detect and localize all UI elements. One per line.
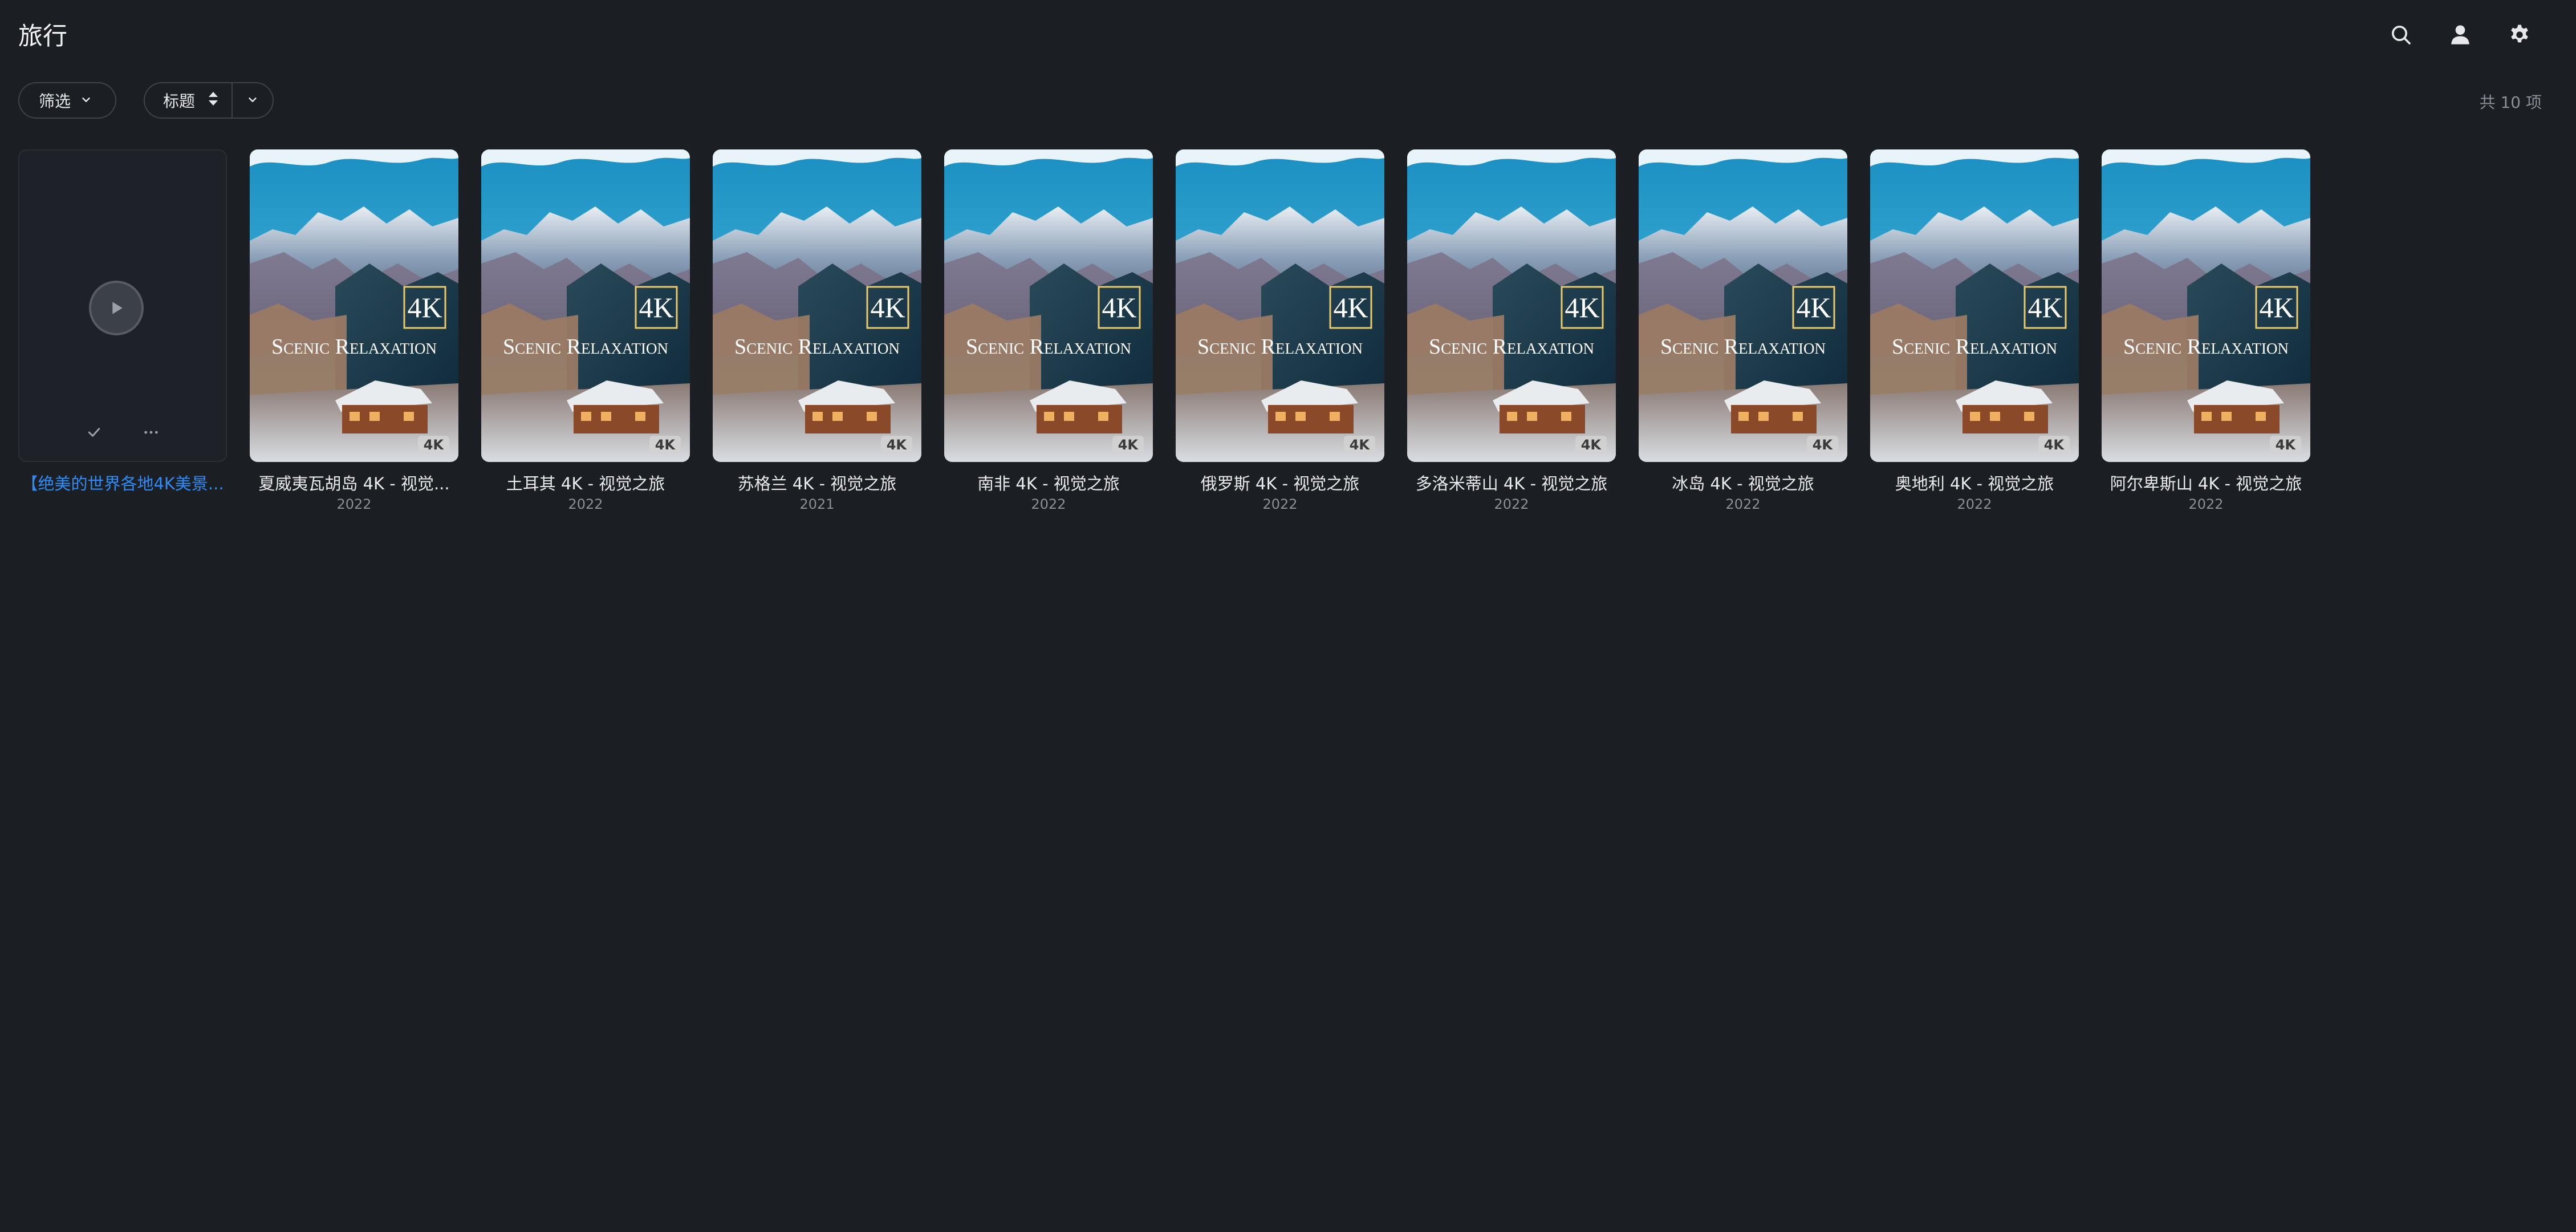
media-title[interactable]: 阿尔卑斯山 4K - 视觉之旅 xyxy=(2102,472,2310,495)
poster-art: 4K Scenic Relaxation xyxy=(1639,149,1847,462)
poster-image[interactable]: 4K Scenic Relaxation 4K xyxy=(713,149,921,462)
poster-art: 4K Scenic Relaxation xyxy=(1176,149,1384,462)
media-title[interactable]: 俄罗斯 4K - 视觉之旅 xyxy=(1176,472,1384,495)
poster-art: 4K Scenic Relaxation xyxy=(713,149,921,462)
poster-image[interactable]: 4K Scenic Relaxation 4K xyxy=(944,149,1153,462)
collection-placeholder[interactable] xyxy=(18,149,227,462)
poster-image[interactable]: 4K Scenic Relaxation 4K xyxy=(481,149,690,462)
badge-4k: 4K xyxy=(2038,436,2070,454)
badge-4k: 4K xyxy=(1343,436,1375,454)
poster-art: 4K Scenic Relaxation xyxy=(481,149,690,462)
media-year: 2022 xyxy=(336,496,372,512)
badge-4k: 4K xyxy=(1806,436,1838,454)
media-year: 2021 xyxy=(799,496,835,512)
poster-logo-text: Scenic Relaxation xyxy=(503,335,668,359)
poster-image[interactable]: 4K Scenic Relaxation 4K xyxy=(250,149,458,462)
sort-order-button[interactable] xyxy=(233,83,273,117)
media-card[interactable]: 4K Scenic Relaxation 4K 俄罗斯 4K - 视觉之旅 202… xyxy=(1176,149,1384,513)
poster-4k-logo: 4K xyxy=(1333,291,1368,323)
page-title: 旅行 xyxy=(18,22,67,51)
media-year: 2022 xyxy=(1494,496,1529,512)
media-year: 2022 xyxy=(568,496,603,512)
poster-art: 4K Scenic Relaxation xyxy=(1407,149,1616,462)
sort-field-button[interactable]: 标题 xyxy=(145,83,233,117)
filter-label: 筛选 xyxy=(39,92,71,111)
poster-logo-text: Scenic Relaxation xyxy=(734,335,900,359)
play-icon[interactable] xyxy=(89,281,144,335)
sort-arrows-icon xyxy=(208,91,219,111)
media-card[interactable]: 4K Scenic Relaxation 4K 多洛米蒂山 4K - 视觉之旅 2… xyxy=(1407,149,1616,513)
badge-4k: 4K xyxy=(2269,436,2301,454)
media-year: 2022 xyxy=(2188,496,2224,512)
poster-image[interactable]: 4K Scenic Relaxation 4K xyxy=(1407,149,1616,462)
poster-4k-logo: 4K xyxy=(870,291,905,323)
poster-art: 4K Scenic Relaxation xyxy=(1870,149,2079,462)
poster-art: 4K Scenic Relaxation xyxy=(944,149,1153,462)
settings-icon[interactable] xyxy=(2506,22,2533,48)
poster-4k-logo: 4K xyxy=(2028,291,2062,323)
media-year: 2022 xyxy=(1957,496,1992,512)
media-title[interactable]: 冰岛 4K - 视觉之旅 xyxy=(1639,472,1847,495)
poster-art: 4K Scenic Relaxation xyxy=(2102,149,2310,462)
badge-4k: 4K xyxy=(880,436,912,454)
poster-logo-text: Scenic Relaxation xyxy=(1429,335,1594,359)
poster-logo-text: Scenic Relaxation xyxy=(1660,335,1826,359)
poster-logo-text: Scenic Relaxation xyxy=(271,335,437,359)
search-icon[interactable] xyxy=(2388,22,2414,48)
poster-logo-text: Scenic Relaxation xyxy=(966,335,1131,359)
media-card[interactable]: 4K Scenic Relaxation 4K 南非 4K - 视觉之旅 2022 xyxy=(944,149,1153,513)
poster-4k-logo: 4K xyxy=(1102,291,1136,323)
media-title[interactable]: 奥地利 4K - 视觉之旅 xyxy=(1870,472,2079,495)
poster-logo-text: Scenic Relaxation xyxy=(1197,335,1363,359)
media-title[interactable]: 夏威夷瓦胡岛 4K - 视觉... xyxy=(250,472,458,495)
media-card[interactable]: 4K Scenic Relaxation 4K 冰岛 4K - 视觉之旅 2022 xyxy=(1639,149,1847,513)
library-page: 旅行 筛选 标题 共 10 项 【绝美的世界各地4K美景... 4K Sceni… xyxy=(0,0,2576,1232)
media-title[interactable]: 南非 4K - 视觉之旅 xyxy=(944,472,1153,495)
media-card[interactable]: 4K Scenic Relaxation 4K 苏格兰 4K - 视觉之旅 202… xyxy=(713,149,921,513)
item-count: 共 10 项 xyxy=(2479,93,2542,112)
chevron-down-icon xyxy=(80,91,92,110)
media-card[interactable]: 4K Scenic Relaxation 4K 阿尔卑斯山 4K - 视觉之旅 2… xyxy=(2102,149,2310,513)
badge-4k: 4K xyxy=(417,436,449,454)
badge-4k: 4K xyxy=(649,436,681,454)
media-year: 2022 xyxy=(1262,496,1298,512)
poster-4k-logo: 4K xyxy=(1796,291,1831,323)
poster-image[interactable]: 4K Scenic Relaxation 4K xyxy=(2102,149,2310,462)
user-icon[interactable] xyxy=(2447,22,2473,48)
chevron-down-icon xyxy=(246,91,259,110)
filter-button[interactable]: 筛选 xyxy=(18,82,116,119)
collection-actions xyxy=(19,421,226,444)
media-year: 2022 xyxy=(1031,496,1066,512)
badge-4k: 4K xyxy=(1575,436,1607,454)
poster-logo-text: Scenic Relaxation xyxy=(2123,335,2289,359)
sort-control: 标题 xyxy=(144,82,274,119)
media-card[interactable]: 4K Scenic Relaxation 4K 夏威夷瓦胡岛 4K - 视觉..… xyxy=(250,149,458,513)
poster-image[interactable]: 4K Scenic Relaxation 4K xyxy=(1870,149,2079,462)
sort-label: 标题 xyxy=(163,92,196,111)
badge-4k: 4K xyxy=(1112,436,1144,454)
media-title[interactable]: 多洛米蒂山 4K - 视觉之旅 xyxy=(1407,472,1616,495)
poster-art: 4K Scenic Relaxation xyxy=(250,149,458,462)
media-title[interactable]: 苏格兰 4K - 视觉之旅 xyxy=(713,472,921,495)
poster-4k-logo: 4K xyxy=(639,291,673,323)
poster-image[interactable]: 4K Scenic Relaxation 4K xyxy=(1639,149,1847,462)
collection-title[interactable]: 【绝美的世界各地4K美景... xyxy=(18,472,227,495)
poster-4k-logo: 4K xyxy=(407,291,442,323)
header-bar: 旅行 xyxy=(0,0,2576,73)
media-year: 2022 xyxy=(1725,496,1761,512)
media-title[interactable]: 土耳其 4K - 视觉之旅 xyxy=(481,472,690,495)
media-card[interactable]: 4K Scenic Relaxation 4K 奥地利 4K - 视觉之旅 202… xyxy=(1870,149,2079,513)
poster-image[interactable]: 4K Scenic Relaxation 4K xyxy=(1176,149,1384,462)
poster-4k-logo: 4K xyxy=(2259,291,2294,323)
check-icon[interactable] xyxy=(83,421,105,444)
collection-card[interactable]: 【绝美的世界各地4K美景... xyxy=(18,149,227,495)
poster-4k-logo: 4K xyxy=(1565,291,1599,323)
poster-logo-text: Scenic Relaxation xyxy=(1892,335,2057,359)
media-card[interactable]: 4K Scenic Relaxation 4K 土耳其 4K - 视觉之旅 202… xyxy=(481,149,690,513)
more-icon[interactable] xyxy=(140,421,162,444)
